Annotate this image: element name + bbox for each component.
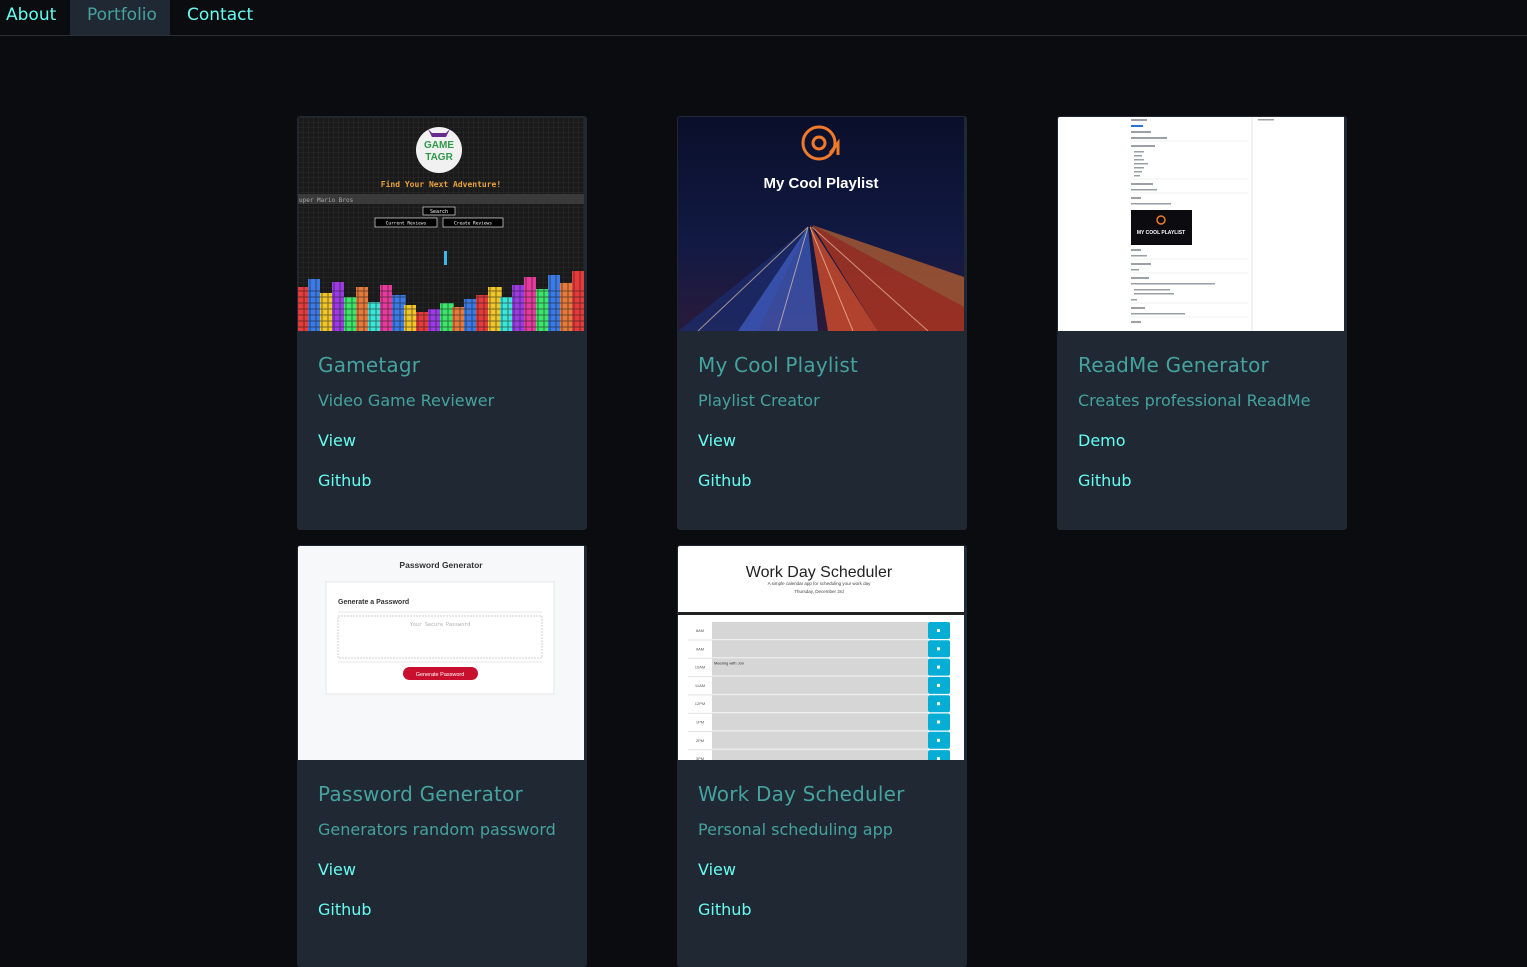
project-title: ReadMe Generator [1078,353,1269,377]
schedule-row: 1PM [688,713,950,732]
project-subtitle: Generators random password [318,820,556,839]
view-link[interactable]: View [698,431,736,450]
svg-text:Generate a Password: Generate a Password [338,599,409,606]
schedule-row: 9AM [688,640,950,659]
svg-text:TAGR: TAGR [425,152,453,163]
schedule-slot [712,622,928,639]
schedule-row: 8AM [688,622,950,641]
view-link[interactable]: View [698,860,736,879]
schedule-hour-label: 8AM [696,628,704,633]
svg-text:Current Reviews: Current Reviews [386,221,427,227]
nav-portfolio[interactable]: Portfolio [70,0,170,35]
schedule-hour-label: 3PM [696,756,704,760]
project-screenshot: My Cool Playlist [678,117,964,331]
save-icon [937,720,940,724]
schedule-hour-label: 1PM [696,720,704,725]
svg-text:Create Reviews: Create Reviews [454,221,492,227]
svg-text:A simple calendar app for sche: A simple calendar app for scheduling you… [768,581,872,586]
svg-text:MY COOL PLAYLIST: MY COOL PLAYLIST [1137,230,1185,236]
svg-text:Your Secure Password: Your Secure Password [410,622,470,628]
project-title: Work Day Scheduler [698,782,905,806]
github-link[interactable]: Github [1078,471,1132,490]
project-subtitle: Personal scheduling app [698,820,893,839]
demo-link[interactable]: Demo [1078,431,1126,450]
view-link[interactable]: View [318,431,356,450]
nav-about[interactable]: About [0,0,62,35]
project-card-readme-generator: MY COOL PLAYLIST ReadMe Generator Create… [1057,116,1347,530]
schedule-hour-label: 12PM [695,701,705,706]
project-card-password-generator: Password Generator Generate a Password Y… [297,545,587,967]
project-screenshot: Work Day Scheduler A simple calendar app… [678,546,964,760]
save-icon [937,683,940,687]
project-title: Password Generator [318,782,523,806]
schedule-slot [712,676,928,694]
schedule-slot [712,658,928,676]
nav-contact[interactable]: Contact [181,0,261,35]
schedule-hour-label: 11AM [695,683,705,688]
schedule-hour-label: 10AM [695,665,705,670]
project-card-work-day-scheduler: Work Day Scheduler A simple calendar app… [677,545,967,967]
project-subtitle: Video Game Reviewer [318,391,495,410]
save-icon [937,647,940,651]
schedule-slot [712,713,928,731]
schedule-slot [712,731,928,749]
view-link[interactable]: View [318,860,356,879]
save-icon [937,702,940,706]
project-screenshot: Password Generator Generate a Password Y… [298,546,584,760]
github-link[interactable]: Github [698,900,752,919]
schedule-row: 2PM [688,731,950,751]
svg-text:Thursday, December 3rd: Thursday, December 3rd [794,589,844,594]
svg-text:Find Your Next Adventure!: Find Your Next Adventure! [381,179,501,189]
save-icon [937,738,940,742]
project-subtitle: Creates professional ReadMe [1078,391,1311,410]
project-screenshot: MY COOL PLAYLIST [1058,117,1344,331]
top-nav: About Portfolio Contact [0,0,1527,36]
svg-text:My Cool Playlist: My Cool Playlist [763,175,878,192]
svg-text:Password Generator: Password Generator [399,560,483,570]
schedule-row: 12PM [688,695,950,714]
svg-text:GAME: GAME [424,140,454,151]
save-icon [937,665,940,669]
project-subtitle: Playlist Creator [698,391,820,410]
svg-text:Work Day Scheduler: Work Day Scheduler [746,564,893,581]
project-screenshot: GAME TAGR Find Your Next Adventure! uper… [298,117,584,331]
github-link[interactable]: Github [698,471,752,490]
schedule-slot [712,695,928,713]
github-link[interactable]: Github [318,900,372,919]
github-link[interactable]: Github [318,471,372,490]
save-icon [937,629,940,632]
schedule-hour-label: 9AM [696,646,704,651]
schedule-row: 10AM Meeting with Jon [688,658,950,678]
svg-text:Search: Search [430,209,448,215]
save-icon [937,757,940,760]
schedule-row: 11AM [688,676,950,696]
schedule-row: 3PM [696,750,950,760]
svg-text:uper Mario Bros: uper Mario Bros [299,197,354,204]
svg-text:Generate Password: Generate Password [416,672,465,678]
project-card-my-cool-playlist: My Cool Playlist My Cool Playlist Playli… [677,116,967,530]
schedule-slot [712,750,928,760]
project-card-gametagr: GAME TAGR Find Your Next Adventure! uper… [297,116,587,530]
schedule-slot [712,640,928,658]
project-title: Gametagr [318,353,421,377]
schedule-hour-label: 2PM [696,738,704,743]
schedule-entry: Meeting with Jon [714,661,744,666]
project-title: My Cool Playlist [698,353,859,377]
